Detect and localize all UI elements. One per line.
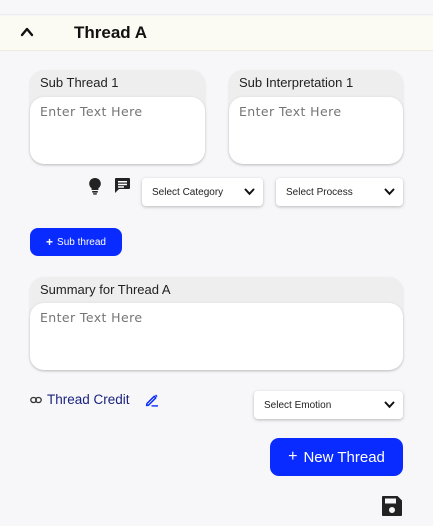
thread-header[interactable] <box>0 16 433 51</box>
process-select[interactable]: Select Process <box>276 178 403 206</box>
plus-icon: + <box>46 235 54 249</box>
sub-thread-card: Sub Thread 1 <box>30 70 205 164</box>
sub-interpretation-label: Sub Interpretation 1 <box>239 75 354 90</box>
summary-field[interactable] <box>30 303 403 370</box>
emotion-select-label: Select Emotion <box>264 400 332 411</box>
lightbulb-icon[interactable] <box>88 177 102 195</box>
sub-thread-input[interactable] <box>40 104 195 119</box>
chevron-up-icon[interactable] <box>19 25 35 39</box>
emotion-select[interactable]: Select Emotion <box>254 391 403 419</box>
sub-interpretation-field[interactable] <box>229 97 403 164</box>
chevron-down-icon <box>384 401 395 409</box>
add-sub-thread-button[interactable]: + Sub thread <box>30 228 122 256</box>
top-divider <box>0 0 433 15</box>
summary-card: Summary for Thread A <box>30 277 403 370</box>
new-thread-button[interactable]: + New Thread <box>270 438 403 476</box>
save-icon[interactable] <box>381 495 403 517</box>
thread-credit-label: Thread Credit <box>47 392 130 407</box>
summary-label: Summary for Thread A <box>40 282 171 297</box>
process-select-label: Select Process <box>286 187 353 198</box>
sub-thread-field[interactable] <box>30 97 205 164</box>
thread-panel: Thread A Sub Thread 1 Sub Interpretation… <box>0 0 433 526</box>
summary-input[interactable] <box>40 310 393 325</box>
sub-thread-label: Sub Thread 1 <box>40 75 119 90</box>
chevron-down-icon <box>384 188 395 196</box>
thread-title: Thread A <box>74 23 148 42</box>
chevron-down-icon <box>244 188 255 196</box>
add-sub-thread-label: Sub thread <box>57 236 106 248</box>
new-thread-label: New Thread <box>303 448 385 466</box>
comment-icon[interactable] <box>114 177 131 194</box>
category-select[interactable]: Select Category <box>142 178 263 206</box>
link-icon <box>30 396 42 404</box>
edit-icon[interactable] <box>145 393 159 407</box>
sub-interpretation-input[interactable] <box>239 104 393 119</box>
sub-interpretation-card: Sub Interpretation 1 <box>229 70 403 164</box>
category-select-label: Select Category <box>152 187 224 198</box>
plus-icon: + <box>288 448 298 465</box>
